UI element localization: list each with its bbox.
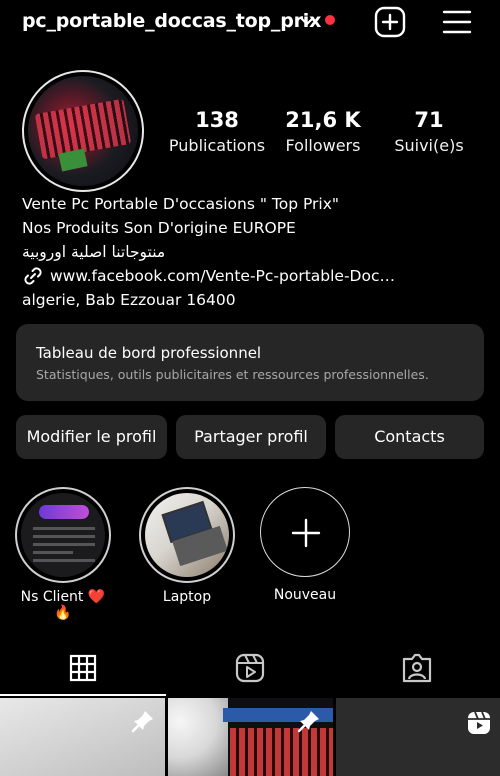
active-tab-indicator xyxy=(0,694,166,696)
post-thumbnail[interactable] xyxy=(336,698,500,776)
highlight-label: Nouveau xyxy=(273,587,337,603)
grid-icon xyxy=(69,654,97,682)
profile-tabs xyxy=(0,640,500,696)
highlight-label: Laptop xyxy=(162,589,212,605)
publications-label: Publications xyxy=(168,136,266,155)
stat-followers[interactable]: 21,6 K Followers xyxy=(273,108,373,155)
bio-name: Vente Pc Portable D'occasions " Top Prix… xyxy=(22,195,340,213)
username[interactable]: pc_portable_doccas_top_prix xyxy=(22,10,321,32)
bio-arabic: منتوجاتنا اصلية اوروبية xyxy=(22,243,166,261)
dashboard-title: Tableau de bord professionnel xyxy=(36,344,262,362)
tab-posts[interactable] xyxy=(0,640,166,696)
professional-dashboard[interactable]: Tableau de bord professionnel Statistiqu… xyxy=(16,324,484,401)
pin-icon xyxy=(297,711,319,733)
profile-avatar[interactable] xyxy=(22,70,144,192)
pin-icon xyxy=(131,711,153,733)
highlight-ns-client[interactable]: Ns Client ❤️🔥 xyxy=(15,487,111,621)
avatar-image xyxy=(28,76,138,186)
tab-reels[interactable] xyxy=(167,640,333,696)
stat-following[interactable]: 71 Suivi(e)s xyxy=(379,108,479,155)
highlight-cover xyxy=(145,493,229,577)
reels-icon xyxy=(235,653,265,683)
publications-count: 138 xyxy=(195,108,239,132)
tagged-icon xyxy=(402,653,432,683)
tab-tagged[interactable] xyxy=(334,640,500,696)
post-thumbnail[interactable] xyxy=(0,698,165,776)
profile-bio: Vente Pc Portable D'occasions " Top Prix… xyxy=(22,192,482,312)
dashboard-subtitle: Statistiques, outils publicitaires et re… xyxy=(36,367,429,382)
following-count: 71 xyxy=(414,108,444,132)
link-icon xyxy=(24,267,42,285)
notification-dot xyxy=(325,15,335,25)
highlight-laptop[interactable]: Laptop xyxy=(139,487,235,605)
bio-link[interactable]: www.facebook.com/Vente-Pc-portable-Doc… xyxy=(22,264,482,288)
reel-icon xyxy=(468,711,490,734)
chevron-down-icon[interactable] xyxy=(298,12,316,30)
add-icon[interactable] xyxy=(373,5,407,39)
highlight-new[interactable]: Nouveau xyxy=(258,487,352,603)
contacts-button[interactable]: Contacts xyxy=(335,415,484,459)
followers-label: Followers xyxy=(285,136,361,155)
plus-icon xyxy=(291,518,321,548)
share-profile-button[interactable]: Partager profil xyxy=(176,415,326,459)
new-highlight-ring[interactable] xyxy=(260,487,350,577)
highlight-label: Ns Client ❤️🔥 xyxy=(20,589,106,621)
following-label: Suivi(e)s xyxy=(394,136,464,155)
bio-link-text[interactable]: www.facebook.com/Vente-Pc-portable-Doc… xyxy=(50,264,395,288)
stat-publications[interactable]: 138 Publications xyxy=(167,108,267,155)
edit-profile-button[interactable]: Modifier le profil xyxy=(16,415,167,459)
post-thumbnail[interactable] xyxy=(168,698,333,776)
followers-count: 21,6 K xyxy=(285,108,361,132)
bio-location: algerie, Bab Ezzouar 16400 xyxy=(22,291,236,309)
highlight-cover xyxy=(21,493,105,577)
profile-header: pc_portable_doccas_top_prix xyxy=(0,0,500,48)
menu-icon[interactable] xyxy=(441,6,473,38)
bio-line: Nos Produits Son D'origine EUROPE xyxy=(22,219,296,237)
